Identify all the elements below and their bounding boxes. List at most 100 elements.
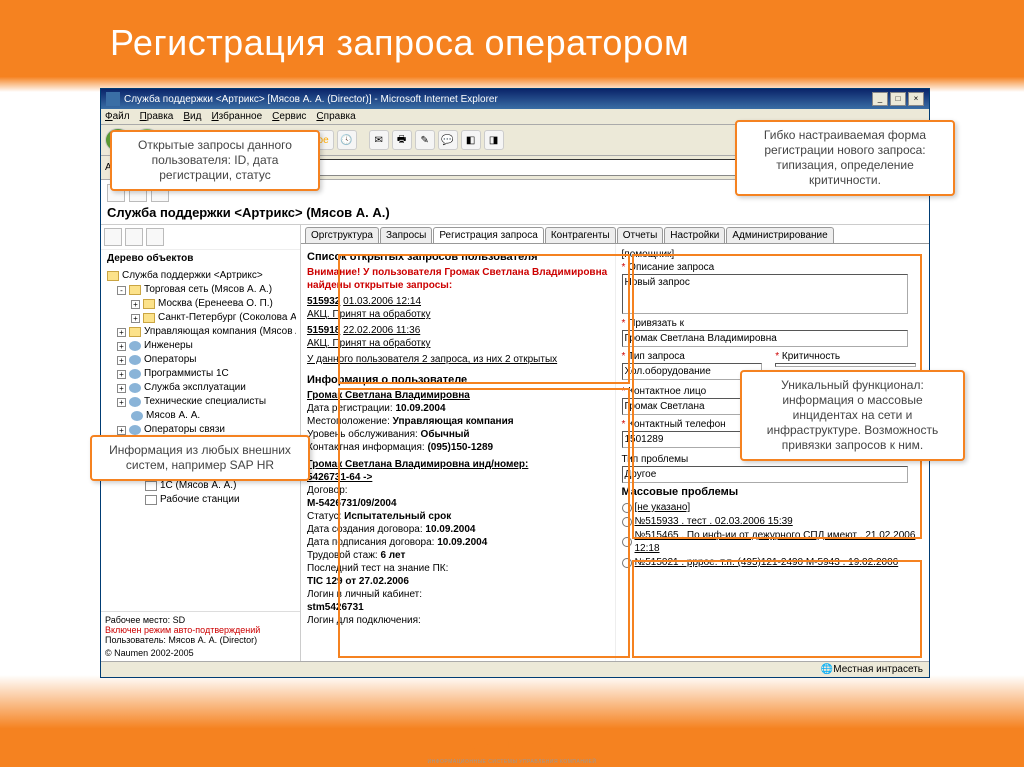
close-button[interactable]: × [908,92,924,106]
cdate-value: 10.09.2004 [425,524,475,535]
tree-item-label: Торговая сеть (Мясов А. А.) [144,283,272,297]
mass-radio-2[interactable] [622,537,632,547]
people-icon [129,397,141,407]
maximize-button[interactable]: □ [890,92,906,106]
mass-header: Массовые проблемы [622,486,924,499]
footer-workplace: Рабочее место: SD [105,615,296,625]
tab-contragents[interactable]: Контрагенты [545,227,616,243]
menu-help[interactable]: Справка [316,111,355,122]
mass-item-2[interactable]: №515465 . По инф-ии от дежурного СПД име… [622,529,924,555]
crit-select[interactable] [775,363,915,367]
sdate-label: Дата подписания договора: [307,537,434,548]
mass-item-0[interactable]: [не указано] [622,501,924,514]
callout-mass-incidents: Уникальный функционал: информация о масс… [740,370,965,461]
people-icon [129,369,141,379]
discuss-button[interactable]: 💬 [438,130,458,150]
request-status-0: АКЦ. Принят на обработку [307,309,431,320]
mass-item-3[interactable]: №515021 . рррое. т.п. (495)121-2490 М-59… [622,556,924,569]
tree-root[interactable]: Служба поддержки <Артрикс> [105,269,296,283]
menu-file[interactable]: Файл [105,111,130,122]
tree-tool-3[interactable] [146,228,164,246]
service-level: Обычный [421,429,470,440]
tree-tool-2[interactable] [125,228,143,246]
tree-item[interactable]: +Москва (Еренеева О. П.) [129,297,296,311]
open-requests-header: Список открытых запросов пользователя [307,251,609,264]
ind-label[interactable]: Громак Светлана Владимировна инд/номер: [307,459,528,470]
tree-toggle[interactable]: + [117,342,126,351]
tree-toggle[interactable]: + [117,384,126,393]
ind-value[interactable]: 5426731-64 -> [307,472,372,483]
tree-item[interactable]: - Торговая сеть (Мясов А. А.) [115,283,296,297]
tree-item[interactable]: +Программисты 1С [115,367,296,381]
menu-favorites[interactable]: Избранное [211,111,262,122]
tree-toggle[interactable]: + [131,300,140,309]
tb-extra1[interactable]: ◧ [461,130,481,150]
crit-label: Критичность [782,351,840,362]
status-left [107,664,821,675]
contract-label: Договор: [307,485,348,496]
tree-toggle[interactable]: + [117,328,126,337]
mass-label-1: №515933 . тест . 02.03.2006 15:39 [635,515,793,528]
tree-toggle[interactable]: + [117,398,126,407]
tree-tool-1[interactable] [104,228,122,246]
history-button[interactable]: 🕓 [337,130,357,150]
print-button[interactable]: 🖶 [392,130,412,150]
minimize-button[interactable]: _ [872,92,888,106]
tab-registration[interactable]: Регистрация запроса [433,227,543,243]
tree-item[interactable]: + Санкт-Петербург (Соколова А. [129,311,296,325]
people-icon [129,355,141,365]
request-id-0[interactable]: 515932 [307,296,340,307]
bind-input[interactable]: Громак Светлана Владимировна [622,330,908,347]
tree-item[interactable]: Рабочие станции [129,493,296,507]
tree-item[interactable]: + Инженеры [115,339,296,353]
tree-item[interactable]: +Управляющая компания (Мясов А. [115,325,296,339]
user-name[interactable]: Громак Светлана Владимировна [307,389,609,402]
tab-reports[interactable]: Отчеты [617,227,664,243]
tree-toggle[interactable]: + [131,314,140,323]
menu-edit[interactable]: Правка [140,111,174,122]
requests-summary[interactable]: У данного пользователя 2 запроса, из них… [307,353,609,366]
tab-admin[interactable]: Администрирование [726,227,833,243]
mass-item-1[interactable]: №515933 . тест . 02.03.2006 15:39 [622,515,924,528]
tree-toggle[interactable]: + [117,356,126,365]
mass-radio-3[interactable] [622,558,632,568]
helper-link[interactable]: [помощник] [622,248,924,261]
descr-input[interactable]: Новый запрос [622,274,908,314]
main-tabs: Оргструктура Запросы Регистрация запроса… [301,225,929,244]
tab-requests[interactable]: Запросы [380,227,432,243]
tree-title: Дерево объектов [101,250,300,267]
tab-settings[interactable]: Настройки [664,227,725,243]
request-date-0: 01.03.2006 12:14 [343,296,421,307]
naumen-logo: NAUMEN [467,738,558,759]
page-breadcrumb: Служба поддержки <Артрикс> (Мясов А. А.) [107,205,923,220]
tree-item[interactable]: +Служба эксплуатации [115,381,296,395]
tree-item[interactable]: 1С (Мясов А. А.) [129,479,296,493]
problem-select[interactable]: Другое [622,466,908,483]
tree-item-label: Санкт-Петербург (Соколова А. [158,311,296,325]
tree-item[interactable]: +Операторы [115,353,296,367]
ie-icon [106,92,120,106]
conn-login-label: Логин для подключения: [307,615,421,626]
menu-tools[interactable]: Сервис [272,111,306,122]
tb-extra2[interactable]: ◨ [484,130,504,150]
request-id-1[interactable]: 515918 [307,325,340,336]
left-footer: Рабочее место: SD Включен режим авто-под… [101,611,300,661]
location-value: Управляющая компания [393,416,514,427]
mass-radio-1[interactable] [622,517,632,527]
folder-icon [129,327,141,337]
tree-item[interactable]: Мясов А. А. [115,409,296,423]
tree-item-label: Инженеры [144,339,193,353]
person-label: Контактное лицо [628,386,706,397]
tree-toggle[interactable]: - [117,286,126,295]
tab-orgstructure[interactable]: Оргструктура [305,227,379,243]
people-icon [129,341,141,351]
tree-toggle[interactable]: + [117,370,126,379]
type-label: Тип запроса [628,351,685,362]
mass-radio-0[interactable] [622,503,632,513]
contact-label: Контактная информация: [307,442,425,453]
mail-button[interactable]: ✉ [369,130,389,150]
edit-button[interactable]: ✎ [415,130,435,150]
tree-toggle[interactable]: + [117,426,126,435]
menu-view[interactable]: Вид [183,111,201,122]
tree-item[interactable]: +Технические специалисты [115,395,296,409]
